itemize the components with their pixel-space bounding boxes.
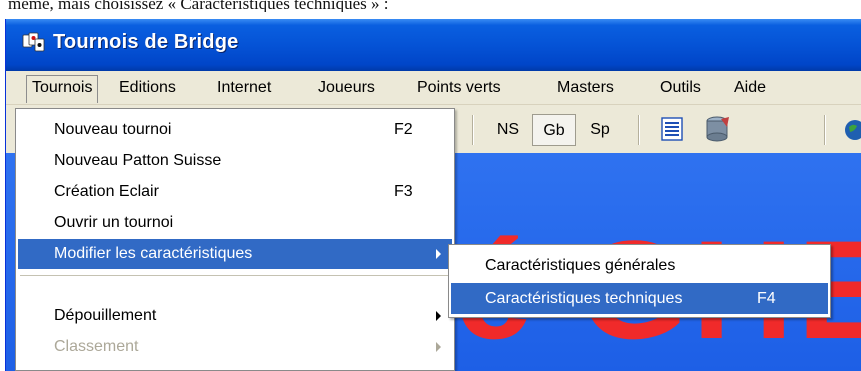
bridge-app-icon: [22, 32, 45, 52]
list-icon[interactable]: [661, 117, 683, 141]
menu-item-nouveau-tournoi[interactable]: Nouveau tournoi F2: [18, 115, 452, 145]
title-bar[interactable]: Tournois de Bridge: [6, 19, 861, 71]
menu-item-label: Dépouillement: [54, 307, 157, 324]
menu-outils[interactable]: Outils: [655, 75, 706, 100]
toolbar-sp-button[interactable]: Sp: [582, 117, 618, 143]
globe-icon[interactable]: [844, 119, 861, 141]
toolbar-gb-button[interactable]: Gb: [532, 114, 576, 146]
window-title: Tournois de Bridge: [53, 31, 239, 53]
menu-item-depouillement[interactable]: Dépouillement: [18, 301, 452, 331]
menu-tournois[interactable]: Tournois: [26, 75, 99, 103]
menu-separator: [20, 275, 448, 276]
tournois-dropdown-menu: Nouveau tournoi F2 Nouveau Patton Suisse…: [15, 108, 455, 371]
menu-item-label: Modifier les caractéristiques: [54, 245, 253, 262]
menu-internet[interactable]: Internet: [212, 75, 276, 100]
menu-joueurs[interactable]: Joueurs: [313, 75, 380, 100]
submenu-arrow-icon: [436, 342, 441, 352]
menu-item-shortcut: F2: [394, 121, 413, 138]
menu-item-label: Création Eclair: [54, 183, 159, 200]
menu-item-label: Nouveau tournoi: [54, 121, 172, 138]
menu-bar: Tournois Editions Internet Joueurs Point…: [6, 71, 861, 105]
toolbar-separator: [472, 115, 474, 145]
menu-item-label: Nouveau Patton Suisse: [54, 152, 222, 169]
menu-item-creation-eclair[interactable]: Création Eclair F3: [18, 177, 452, 207]
caracteristiques-submenu: Caractéristiques générales Caractéristiq…: [448, 244, 831, 318]
menu-item-label: Ouvrir un tournoi: [54, 214, 174, 231]
document-intro-text: même, mais choisissez « Caractéristiques…: [8, 0, 389, 12]
submenu-item-caracteristiques-generales[interactable]: Caractéristiques générales: [451, 250, 828, 281]
submenu-item-label: Caractéristiques générales: [485, 257, 676, 274]
database-icon[interactable]: [703, 115, 731, 143]
submenu-item-label: Caractéristiques techniques: [485, 290, 683, 307]
submenu-arrow-icon: [436, 249, 441, 259]
submenu-item-caracteristiques-techniques[interactable]: Caractéristiques techniques F4: [451, 283, 828, 314]
menu-item-nouveau-patton-suisse[interactable]: Nouveau Patton Suisse: [18, 146, 452, 176]
toolbar-separator: [824, 115, 826, 145]
menu-item-modifier-caracteristiques[interactable]: Modifier les caractéristiques: [18, 239, 452, 269]
menu-item-classement: Classement: [18, 332, 452, 362]
menu-editions[interactable]: Editions: [114, 75, 181, 100]
menu-item-shortcut: F3: [394, 183, 413, 200]
menu-item-ouvrir-tournoi[interactable]: Ouvrir un tournoi: [18, 208, 452, 238]
toolbar-separator: [638, 115, 640, 145]
menu-masters[interactable]: Masters: [552, 75, 619, 100]
menu-aide[interactable]: Aide: [729, 75, 771, 100]
submenu-arrow-icon: [436, 311, 441, 321]
toolbar-ns-button[interactable]: NS: [490, 117, 526, 143]
menu-points-verts[interactable]: Points verts: [412, 75, 506, 100]
submenu-item-shortcut: F4: [757, 290, 776, 307]
menu-item-label: Classement: [54, 338, 139, 355]
